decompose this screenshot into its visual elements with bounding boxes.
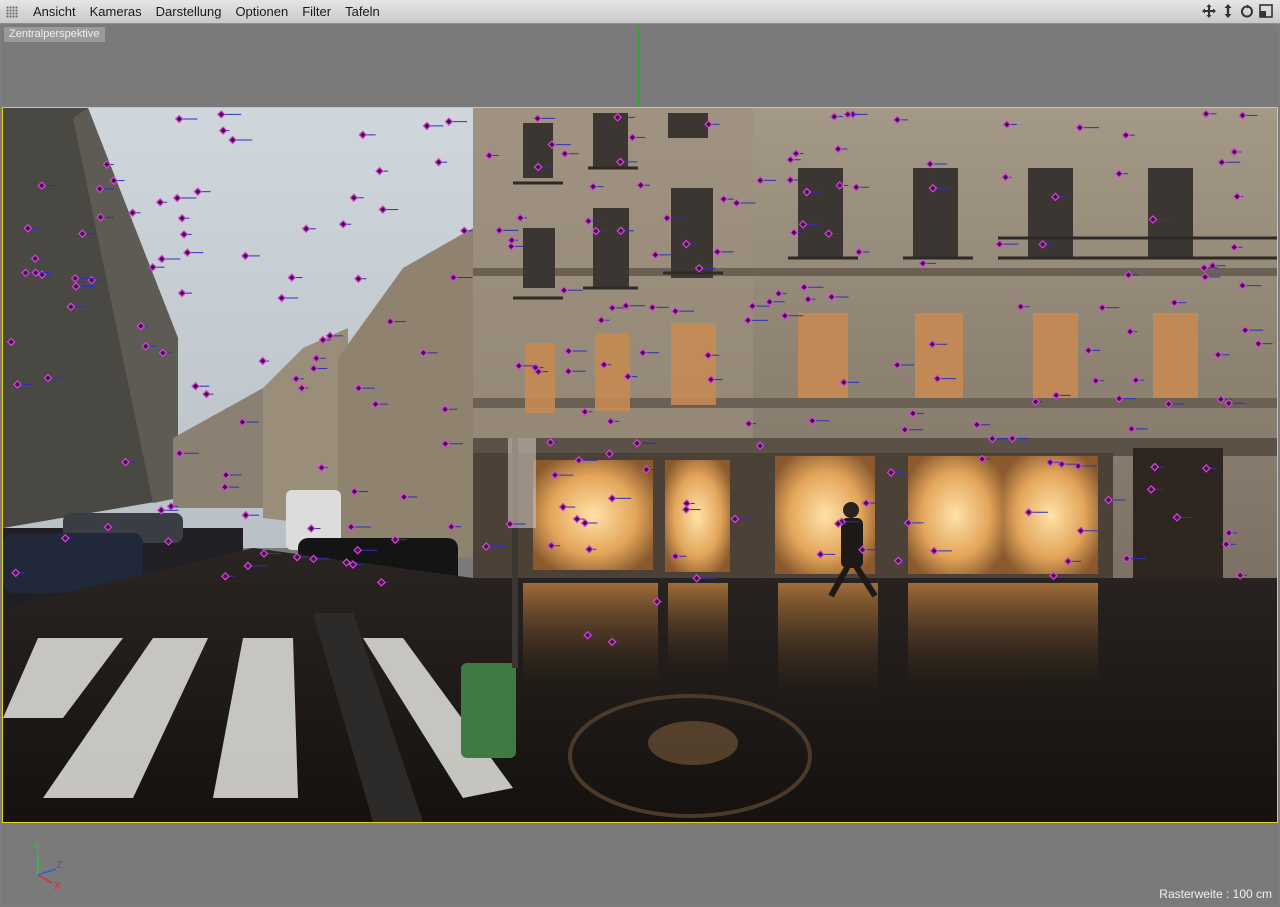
background-footage	[3, 108, 1277, 822]
menu-tafeln[interactable]: Tafeln	[338, 0, 387, 24]
menu-filter[interactable]: Filter	[295, 0, 338, 24]
axis-z-label: Z	[56, 860, 63, 871]
maximize-icon[interactable]	[1258, 3, 1274, 19]
grip-icon[interactable]	[6, 5, 18, 18]
move-icon[interactable]	[1201, 3, 1217, 19]
view-navigation	[1201, 3, 1274, 19]
zoom-icon[interactable]	[1220, 3, 1236, 19]
grid-size-status: Rasterweite : 100 cm	[1159, 887, 1272, 901]
menu-ansicht[interactable]: Ansicht	[26, 0, 83, 24]
menu-darstellung[interactable]: Darstellung	[149, 0, 229, 24]
axis-x-label: X	[54, 881, 61, 892]
y-axis-line	[638, 25, 639, 107]
editor-viewport[interactable]: Zentralperspektive Y Z X Rasterweite: 1…	[2, 25, 1278, 905]
render-safe-frame	[2, 107, 1278, 823]
menu-optionen[interactable]: Optionen	[228, 0, 295, 24]
menu-kameras[interactable]: Kameras	[83, 0, 149, 24]
axis-gizmo: Y Z X	[33, 843, 63, 892]
menu-bar: Ansicht Kameras Darstellung Optionen Fil…	[0, 0, 1280, 24]
camera-label[interactable]: Zentralperspektive	[4, 27, 105, 42]
rotate-icon[interactable]	[1239, 3, 1255, 19]
axis-y-label: Y	[33, 843, 41, 854]
